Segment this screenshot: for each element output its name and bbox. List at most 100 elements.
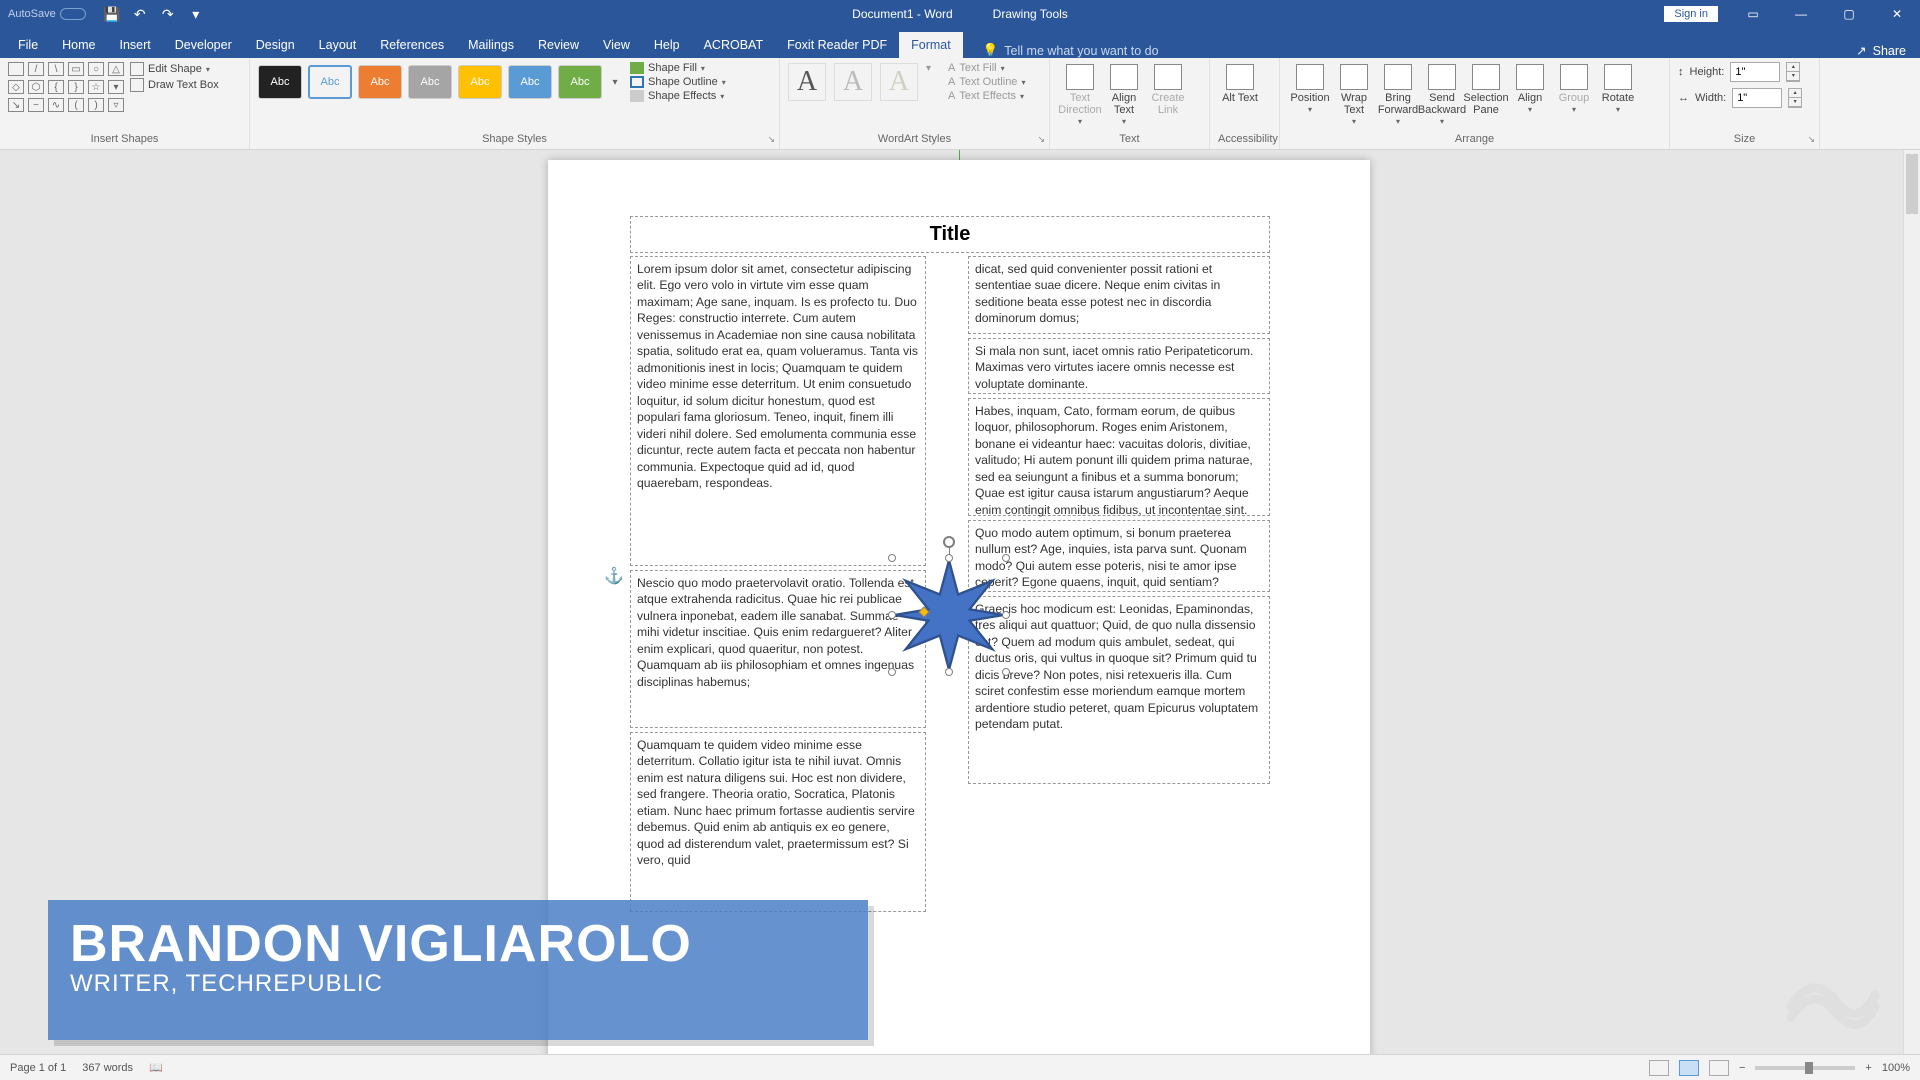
height-input[interactable]: [1730, 62, 1780, 82]
resize-handle[interactable]: [888, 554, 896, 562]
tab-format[interactable]: Format: [899, 32, 963, 58]
bring-forward-button[interactable]: Bring Forward▾: [1376, 62, 1420, 127]
text-box[interactable]: Lorem ipsum dolor sit amet, consectetur …: [630, 256, 926, 566]
zoom-slider[interactable]: [1755, 1066, 1855, 1070]
selection-pane-button[interactable]: Selection Pane: [1464, 62, 1508, 127]
gallery-more-icon[interactable]: ▾: [608, 77, 622, 88]
web-layout-icon[interactable]: [1709, 1060, 1729, 1076]
close-icon[interactable]: ✕: [1874, 0, 1920, 28]
dialog-launcher-icon[interactable]: ↘: [1807, 134, 1815, 145]
draw-text-box-button[interactable]: Draw Text Box: [130, 78, 219, 92]
text-outline-button[interactable]: AText Outline▾: [948, 76, 1025, 88]
alt-text-button[interactable]: Alt Text: [1218, 62, 1262, 104]
text-direction-button[interactable]: Text Direction▾: [1058, 62, 1102, 127]
style-swatch[interactable]: Abc: [458, 65, 502, 99]
rotate-button[interactable]: Rotate▾: [1596, 62, 1640, 127]
style-swatch[interactable]: Abc: [308, 65, 352, 99]
print-layout-icon[interactable]: [1679, 1060, 1699, 1076]
dialog-launcher-icon[interactable]: ↘: [1037, 134, 1045, 145]
tab-home[interactable]: Home: [50, 32, 107, 58]
text-fill-button[interactable]: AText Fill▾: [948, 62, 1025, 74]
zoom-in-button[interactable]: +: [1865, 1062, 1871, 1074]
resize-handle[interactable]: [888, 668, 896, 676]
style-swatch[interactable]: Abc: [358, 65, 402, 99]
resize-handle[interactable]: [888, 611, 896, 619]
text-box[interactable]: Nescio quo modo praetervolavit oratio. T…: [630, 570, 926, 728]
undo-icon[interactable]: ↶: [130, 4, 150, 24]
ribbon-display-icon[interactable]: ▭: [1730, 0, 1776, 28]
dialog-launcher-icon[interactable]: ↘: [767, 134, 775, 145]
resize-handle[interactable]: [1002, 668, 1010, 676]
shapes-gallery[interactable]: /\▭○△ ◇⬡{}☆▾ ↘~∿()▿: [8, 62, 124, 112]
send-backward-button[interactable]: Send Backward▾: [1420, 62, 1464, 127]
tab-file[interactable]: File: [6, 32, 50, 58]
gallery-more-icon[interactable]: ▾: [926, 63, 940, 101]
shape-outline-button[interactable]: Shape Outline▾: [630, 76, 726, 88]
position-button[interactable]: Position▾: [1288, 62, 1332, 127]
resize-handle[interactable]: [1002, 554, 1010, 562]
height-spinner[interactable]: ▴▾: [1786, 62, 1800, 82]
group-button[interactable]: Group▾: [1552, 62, 1596, 127]
style-swatch[interactable]: Abc: [508, 65, 552, 99]
qat-customize-icon[interactable]: ▾: [186, 4, 206, 24]
title-text-box[interactable]: Title: [630, 216, 1270, 253]
wrap-text-button[interactable]: Wrap Text▾: [1332, 62, 1376, 127]
save-icon[interactable]: 💾: [102, 4, 122, 24]
watermark-logo-icon: [1770, 950, 1890, 1040]
align-text-button[interactable]: Align Text▾: [1102, 62, 1146, 127]
tab-acrobat[interactable]: ACROBAT: [692, 32, 776, 58]
resize-handle[interactable]: [945, 554, 953, 562]
tab-review[interactable]: Review: [526, 32, 591, 58]
tab-foxit[interactable]: Foxit Reader PDF: [775, 32, 899, 58]
resize-handle[interactable]: [1002, 611, 1010, 619]
width-input-row: ↔Width: ▴▾: [1678, 88, 1811, 108]
text-box[interactable]: Quo modo autem optimum, si bonum praeter…: [968, 520, 1270, 592]
spellcheck-icon[interactable]: 📖: [149, 1061, 163, 1074]
text-box[interactable]: dicat, sed quid convenienter possit rati…: [968, 256, 1270, 334]
shape-fill-button[interactable]: Shape Fill▾: [630, 62, 726, 74]
style-swatch[interactable]: Abc: [258, 65, 302, 99]
word-count[interactable]: 367 words: [82, 1062, 133, 1074]
text-box[interactable]: Quamquam te quidem video minime esse det…: [630, 732, 926, 912]
text-box[interactable]: Graecis hoc modicum est: Leonidas, Epami…: [968, 596, 1270, 784]
sign-in-button[interactable]: Sign in: [1664, 6, 1718, 22]
tab-mailings[interactable]: Mailings: [456, 32, 526, 58]
maximize-icon[interactable]: ▢: [1826, 0, 1872, 28]
tab-help[interactable]: Help: [642, 32, 692, 58]
width-spinner[interactable]: ▴▾: [1788, 88, 1802, 108]
width-icon: ↔: [1678, 92, 1689, 104]
tab-insert[interactable]: Insert: [108, 32, 163, 58]
text-box[interactable]: Si mala non sunt, iacet omnis ratio Peri…: [968, 338, 1270, 394]
star-shape-icon[interactable]: [892, 558, 1006, 672]
align-button[interactable]: Align▾: [1508, 62, 1552, 127]
style-swatch[interactable]: Abc: [558, 65, 602, 99]
zoom-level[interactable]: 100%: [1882, 1062, 1910, 1074]
vertical-scrollbar[interactable]: [1903, 150, 1920, 1054]
tab-view[interactable]: View: [591, 32, 642, 58]
page-count[interactable]: Page 1 of 1: [10, 1062, 66, 1074]
read-mode-icon[interactable]: [1649, 1060, 1669, 1076]
tab-design[interactable]: Design: [244, 32, 307, 58]
autosave-toggle[interactable]: AutoSave: [8, 8, 86, 20]
shape-effects-button[interactable]: Shape Effects▾: [630, 90, 726, 102]
tell-me-search[interactable]: 💡Tell me what you want to do: [983, 43, 1159, 58]
tab-developer[interactable]: Developer: [163, 32, 244, 58]
style-swatch[interactable]: Abc: [408, 65, 452, 99]
share-button[interactable]: ↗Share: [1856, 43, 1920, 58]
anchor-icon[interactable]: ⚓: [604, 566, 624, 586]
minimize-icon[interactable]: —: [1778, 0, 1824, 28]
text-box[interactable]: Habes, inquam, Cato, formam eorum, de qu…: [968, 398, 1270, 516]
text-effects-button[interactable]: AText Effects▾: [948, 90, 1025, 102]
resize-handle[interactable]: [945, 668, 953, 676]
group-arrange: Arrange: [1288, 131, 1661, 147]
zoom-out-button[interactable]: −: [1739, 1062, 1745, 1074]
tab-references[interactable]: References: [368, 32, 456, 58]
tab-layout[interactable]: Layout: [307, 32, 369, 58]
create-link-button[interactable]: Create Link: [1146, 62, 1190, 127]
redo-icon[interactable]: ↷: [158, 4, 178, 24]
selected-shape[interactable]: [892, 558, 1006, 672]
shape-style-gallery[interactable]: Abc Abc Abc Abc Abc Abc Abc ▾: [258, 65, 622, 99]
wordart-gallery[interactable]: A A A ▾: [788, 63, 940, 101]
edit-shape-button[interactable]: Edit Shape▾: [130, 62, 219, 76]
width-input[interactable]: [1732, 88, 1782, 108]
